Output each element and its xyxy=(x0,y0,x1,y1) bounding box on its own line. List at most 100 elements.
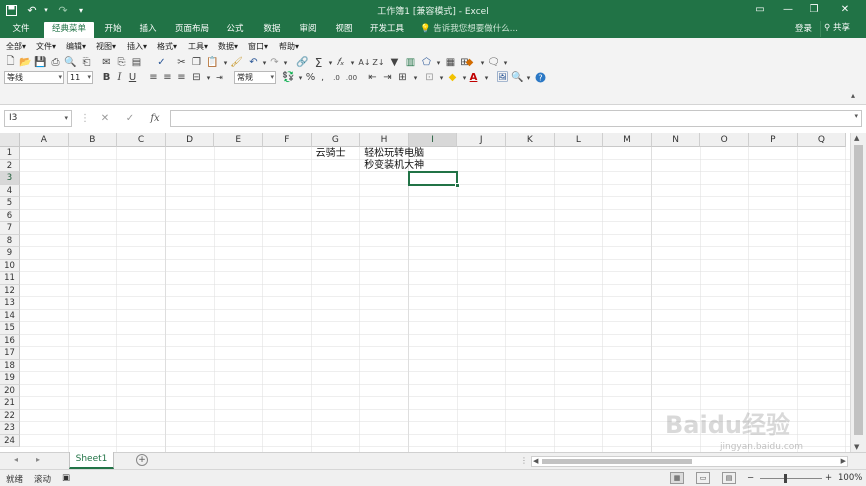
login-button[interactable]: 登录 xyxy=(795,22,812,37)
increase-indent-icon[interactable]: ⇥ xyxy=(381,71,394,84)
paste-icon[interactable]: 📋 xyxy=(206,56,219,69)
next-sheet-icon[interactable]: ▸ xyxy=(36,455,40,464)
column-header-k[interactable]: K xyxy=(506,133,555,147)
zoom-in-icon[interactable]: + xyxy=(825,473,832,483)
cancel-icon[interactable]: ✕ xyxy=(96,111,114,126)
restore-icon[interactable]: ❐ xyxy=(803,1,825,19)
increase-decimal-icon[interactable]: .0 xyxy=(330,71,343,84)
italic-icon[interactable]: I xyxy=(113,71,126,84)
borders-icon[interactable]: ⊞ xyxy=(396,71,409,84)
decrease-decimal-icon[interactable]: .00 xyxy=(345,71,358,84)
print-preview-icon[interactable]: 🔍 xyxy=(64,56,77,69)
tab-developer[interactable]: 开发工具 xyxy=(366,22,408,38)
zoom-slider[interactable] xyxy=(760,478,822,479)
row-header-18[interactable]: 18 xyxy=(0,359,20,372)
row-header-2[interactable]: 2 xyxy=(0,159,20,172)
row-header-13[interactable]: 13 xyxy=(0,297,20,310)
cell-h1[interactable]: 轻松玩转电脑 xyxy=(364,148,424,160)
print-icon[interactable]: ⎙ xyxy=(49,56,62,69)
menu-all[interactable]: 全部▾ xyxy=(6,41,26,52)
formula-input[interactable]: ▾ xyxy=(170,110,862,127)
scroll-up-icon[interactable]: ▲ xyxy=(854,134,859,142)
row-header-24[interactable]: 24 xyxy=(0,434,20,447)
tab-insert[interactable]: 插入 xyxy=(133,22,163,38)
horizontal-scroll-thumb[interactable] xyxy=(542,459,692,464)
tab-file[interactable]: 文件 xyxy=(4,22,38,38)
copy-icon[interactable]: ❐ xyxy=(190,56,203,69)
scroll-down-icon[interactable]: ▼ xyxy=(854,443,859,451)
save-toolbar-icon[interactable]: 💾 xyxy=(34,56,47,69)
format-painter-icon[interactable]: 🖌 xyxy=(230,56,243,69)
macro-record-icon[interactable]: ▣ xyxy=(62,473,70,483)
name-box[interactable]: I3 ▾ xyxy=(4,110,72,127)
sort-descending-icon[interactable]: Z↓ xyxy=(372,56,385,69)
column-header-b[interactable]: B xyxy=(68,133,118,147)
row-header-16[interactable]: 16 xyxy=(0,334,20,347)
menu-tools[interactable]: 工具▾ xyxy=(188,41,208,52)
row-header-23[interactable]: 23 xyxy=(0,422,20,435)
chart-icon[interactable]: ▥ xyxy=(404,56,417,69)
scroll-left-icon[interactable]: ◀ xyxy=(533,457,538,465)
previous-sheet-icon[interactable]: ◂ xyxy=(14,455,18,464)
email-icon[interactable]: ✉ xyxy=(100,56,113,69)
column-header-a[interactable]: A xyxy=(20,133,69,147)
column-header-h[interactable]: H xyxy=(360,133,409,147)
row-header-21[interactable]: 21 xyxy=(0,397,20,410)
row-header-1[interactable]: 1 xyxy=(0,147,20,160)
row-header-10[interactable]: 10 xyxy=(0,259,20,272)
menu-data[interactable]: 数据▾ xyxy=(218,41,238,52)
row-header-6[interactable]: 6 xyxy=(0,209,20,222)
add-sheet-icon[interactable]: + xyxy=(136,454,148,466)
object-icon[interactable]: ◆ xyxy=(463,56,476,69)
vertical-scroll-thumb[interactable] xyxy=(854,145,863,435)
menu-window[interactable]: 窗口▾ xyxy=(248,41,268,52)
column-header-g[interactable]: G xyxy=(311,133,361,147)
menu-help[interactable]: 帮助▾ xyxy=(279,41,299,52)
page-layout-view-icon[interactable]: ▭ xyxy=(696,472,710,484)
sort-ascending-icon[interactable]: A↓ xyxy=(358,56,371,69)
row-header-19[interactable]: 19 xyxy=(0,372,20,385)
font-name-combo[interactable]: 等线 ▾ xyxy=(4,71,64,84)
zoom-out-icon[interactable]: − xyxy=(747,473,754,483)
font-color-dropdown-icon[interactable]: ▾ xyxy=(480,71,493,84)
cut-icon[interactable]: ✂ xyxy=(175,56,188,69)
column-header-m[interactable]: M xyxy=(603,133,652,147)
tab-view[interactable]: 视图 xyxy=(329,22,359,38)
menu-view[interactable]: 视图▾ xyxy=(96,41,116,52)
font-color-icon[interactable]: A xyxy=(467,71,480,84)
menu-edit[interactable]: 编辑▾ xyxy=(66,41,86,52)
row-header-17[interactable]: 17 xyxy=(0,347,20,360)
column-header-f[interactable]: F xyxy=(263,133,312,147)
horizontal-scrollbar[interactable]: ◀ ▶ xyxy=(531,456,848,467)
select-all-corner[interactable] xyxy=(0,133,20,147)
new-file-icon[interactable]: 🗋 xyxy=(4,56,17,69)
picture-icon[interactable]: 🖼 xyxy=(496,71,509,84)
align-left-icon[interactable]: ≡ xyxy=(147,71,160,84)
expand-formula-bar-icon[interactable]: ▾ xyxy=(854,112,858,120)
research-icon[interactable]: ▤ xyxy=(130,56,143,69)
insert-function-button[interactable]: fx xyxy=(146,111,164,126)
column-header-l[interactable]: L xyxy=(554,133,604,147)
tab-split-handle-icon[interactable]: ⋮ xyxy=(520,456,528,465)
zoom-slider-knob[interactable] xyxy=(784,474,787,483)
tab-review[interactable]: 审阅 xyxy=(293,22,323,38)
row-header-7[interactable]: 7 xyxy=(0,222,20,235)
tell-me-box[interactable]: 💡 告诉我您想要做什么... xyxy=(420,22,518,38)
align-right-icon[interactable]: ≡ xyxy=(175,71,188,84)
column-header-q[interactable]: Q xyxy=(797,133,847,147)
cell-g1[interactable]: 云骑士 xyxy=(316,148,346,160)
help-icon[interactable]: ? xyxy=(534,71,547,84)
menu-format[interactable]: 格式▾ xyxy=(157,41,177,52)
open-folder-icon[interactable]: 📂 xyxy=(19,56,32,69)
table-icon[interactable]: ▦ xyxy=(444,56,457,69)
tab-home[interactable]: 开始 xyxy=(98,22,128,38)
close-icon[interactable]: ✕ xyxy=(834,1,856,19)
column-header-o[interactable]: O xyxy=(700,133,749,147)
share-button[interactable]: ⚲ 共享 xyxy=(820,21,853,37)
borders-dropdown-icon[interactable]: ▾ xyxy=(409,71,422,84)
redo-list-icon[interactable]: ▾ xyxy=(279,56,292,69)
column-header-j[interactable]: J xyxy=(457,133,506,147)
vertical-scrollbar[interactable]: ▲ ▼ xyxy=(850,133,866,452)
align-center-icon[interactable]: ≡ xyxy=(161,71,174,84)
hyperlink-icon[interactable]: 🔗 xyxy=(296,56,309,69)
